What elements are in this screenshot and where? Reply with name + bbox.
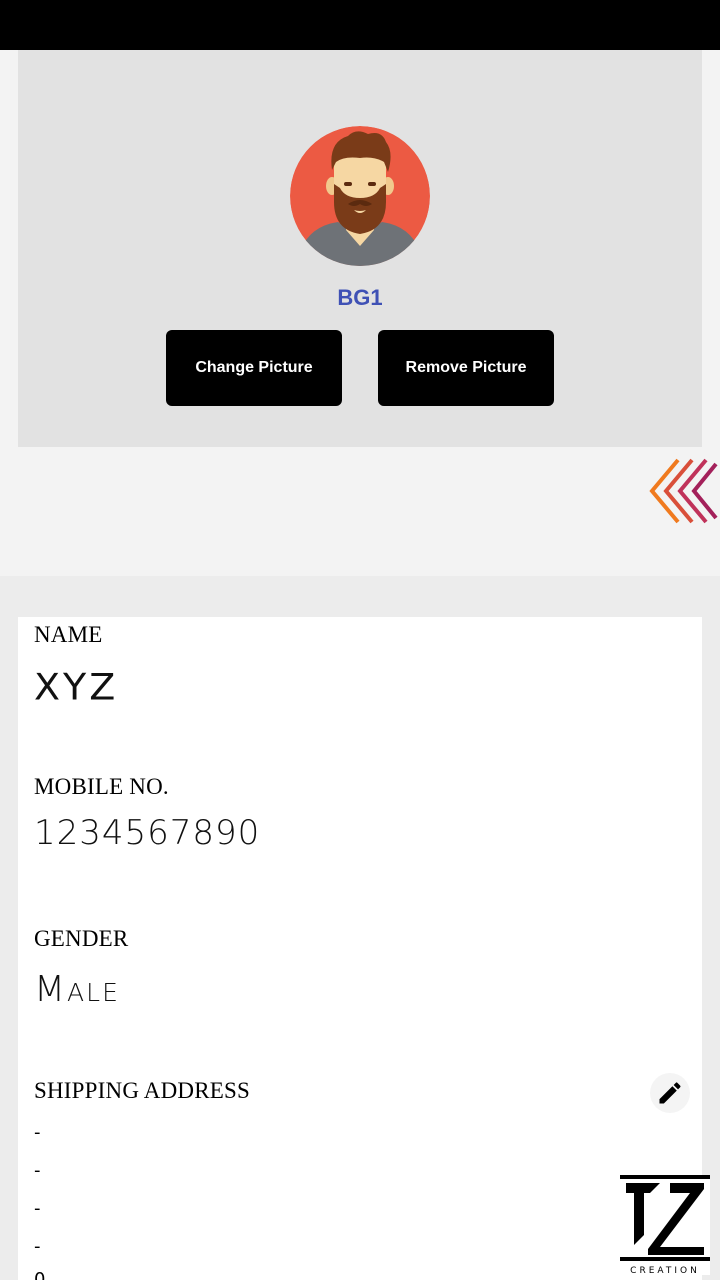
remove-picture-button[interactable]: Remove Picture <box>378 330 554 406</box>
pencil-icon <box>659 1082 681 1104</box>
gender-value: Male <box>34 969 120 1010</box>
brand-logo-mark: CREATION <box>620 1175 710 1276</box>
profile-avatar[interactable] <box>290 126 430 266</box>
mobile-value: 1234567890 <box>34 813 261 853</box>
shipping-address-label: SHIPPING ADDRESS <box>34 1078 251 1103</box>
avatar-illustration <box>290 126 430 266</box>
profile-card: BG1 Change Picture Remove Picture <box>18 50 702 447</box>
address-line-5: 0 <box>34 1269 46 1280</box>
address-line-2: - <box>34 1160 41 1181</box>
double-chevron-left-icon <box>649 458 718 524</box>
status-bar <box>0 0 720 50</box>
edit-address-button[interactable] <box>650 1073 690 1113</box>
name-label: NAME <box>34 622 103 647</box>
mobile-label: MOBILE NO. <box>34 774 169 799</box>
brand-logo: CREATION <box>620 1175 710 1276</box>
details-card: NAME XYZ MOBILE NO. 1234567890 GENDER Ma… <box>18 617 702 1280</box>
change-picture-button[interactable]: Change Picture <box>166 330 342 406</box>
address-line-4: - <box>34 1236 41 1257</box>
address-line-1: - <box>34 1122 41 1143</box>
name-value: XYZ <box>34 666 119 708</box>
profile-username: BG1 <box>337 285 383 310</box>
back-button[interactable] <box>648 458 718 524</box>
brand-logo-text: CREATION <box>630 1266 700 1275</box>
gender-label: GENDER <box>34 926 129 951</box>
address-line-3: - <box>34 1198 41 1219</box>
